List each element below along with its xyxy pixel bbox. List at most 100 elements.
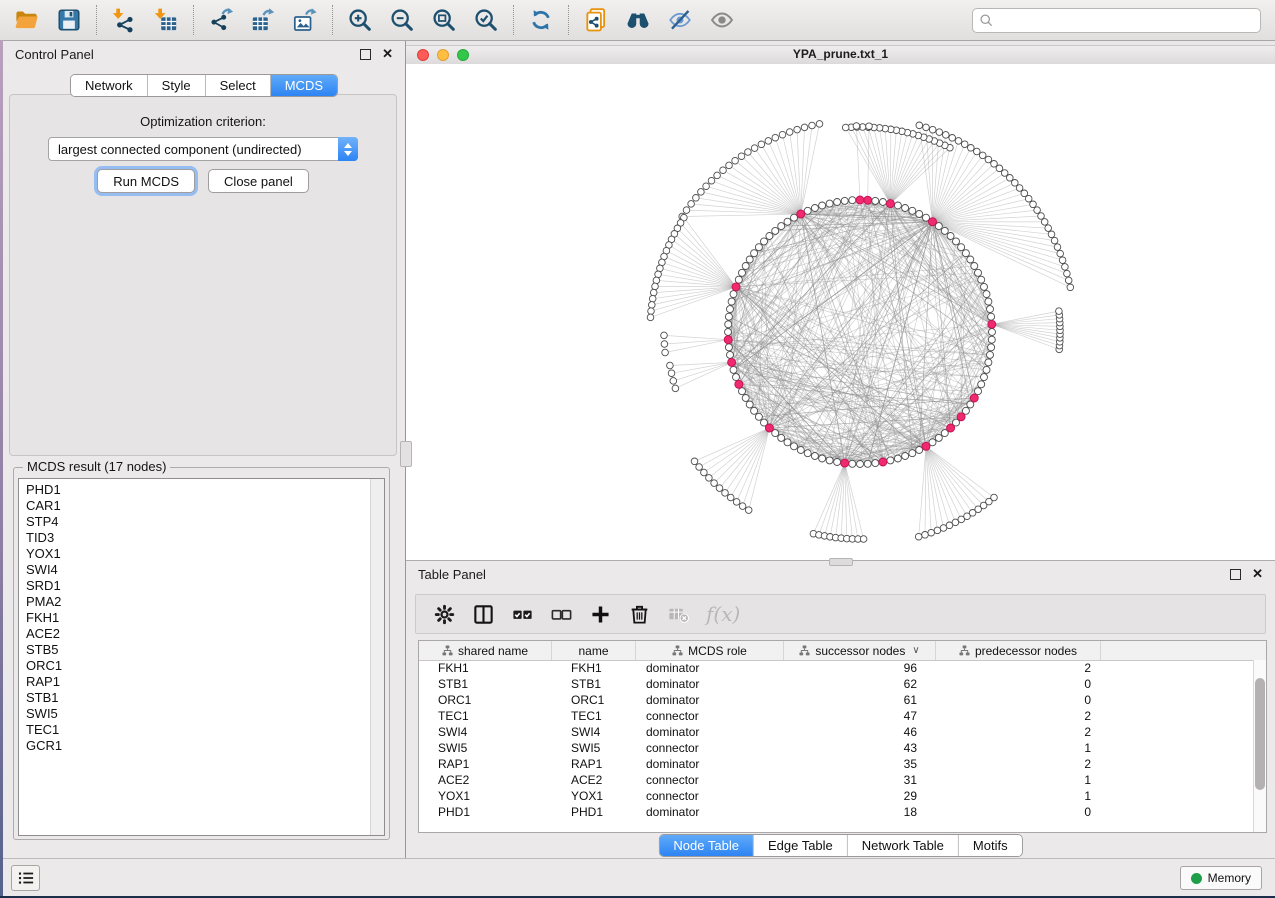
memory-button[interactable]: Memory [1180,866,1262,890]
network-leaf-node[interactable] [1041,219,1048,226]
network-leaf-node[interactable] [816,121,823,128]
export-network-icon[interactable] [208,7,234,33]
network-leaf-node[interactable] [648,308,655,315]
network-node[interactable] [983,366,990,373]
network-node[interactable] [733,374,740,381]
column-header-successor-nodes[interactable]: successor nodes∨ [784,641,936,660]
network-node[interactable] [916,211,923,218]
network-leaf-node[interactable] [662,349,669,356]
network-leaf-node[interactable] [751,145,758,152]
network-node[interactable] [953,238,960,245]
zoom-out-icon[interactable] [389,7,415,33]
network-leaf-node[interactable] [1048,231,1055,238]
network-leaf-node[interactable] [691,458,698,465]
mcds-result-item[interactable]: ORC1 [19,658,370,674]
network-leaf-node[interactable] [661,341,668,348]
network-leaf-node[interactable] [860,536,867,543]
network-node[interactable] [987,306,994,313]
column-header-predecessor-nodes[interactable]: predecessor nodes [936,641,1101,660]
search-box[interactable] [972,8,1261,33]
network-node[interactable] [784,218,791,225]
horizontal-splitter-grip[interactable] [829,558,853,566]
network-leaf-node[interactable] [809,122,816,129]
zoom-in-icon[interactable] [347,7,373,33]
network-node[interactable] [967,256,974,263]
network-node[interactable] [981,283,988,290]
network-hub-node[interactable] [735,380,743,388]
network-node[interactable] [826,200,833,207]
table-scrollbar[interactable] [1253,660,1266,832]
network-node[interactable] [746,256,753,263]
network-leaf-node[interactable] [733,499,740,506]
network-node[interactable] [811,205,818,212]
mcds-result-item[interactable]: STP4 [19,514,370,530]
network-hub-node[interactable] [856,196,864,204]
network-node[interactable] [804,450,811,457]
close-panel-icon[interactable]: ✕ [382,49,393,59]
network-hub-node[interactable] [922,442,930,450]
network-leaf-node[interactable] [1030,201,1037,208]
network-leaf-node[interactable] [943,132,950,139]
dropdown-stepper-icon[interactable] [338,137,358,161]
column-header-shared-name[interactable]: shared name [419,641,552,660]
network-node[interactable] [725,329,732,336]
network-node[interactable] [791,443,798,450]
network-leaf-node[interactable] [649,295,656,302]
network-leaf-node[interactable] [693,195,700,202]
network-node[interactable] [975,388,982,395]
network-node[interactable] [751,407,758,414]
mcds-result-item[interactable]: STB5 [19,642,370,658]
import-table-icon[interactable] [153,7,179,33]
network-node[interactable] [864,460,871,467]
network-leaf-node[interactable] [961,141,968,148]
tab-edge-table[interactable]: Edge Table [754,835,848,856]
network-leaf-node[interactable] [683,207,690,214]
table-row-ACE2[interactable]: ACE2ACE2connector311 [419,772,1254,788]
network-leaf-node[interactable] [991,161,998,168]
network-node[interactable] [849,460,856,467]
network-leaf-node[interactable] [1062,264,1069,271]
network-leaf-node[interactable] [853,123,860,130]
save-session-icon[interactable] [56,7,82,33]
network-node[interactable] [971,263,978,270]
network-hub-node[interactable] [988,320,996,328]
refresh-icon[interactable] [528,7,554,33]
network-leaf-node[interactable] [708,177,715,184]
network-leaf-node[interactable] [916,122,923,129]
float-table-panel-icon[interactable] [1230,569,1241,580]
mcds-result-item[interactable]: SRD1 [19,578,370,594]
network-leaf-node[interactable] [915,533,922,540]
network-node[interactable] [947,233,954,240]
network-hub-node[interactable] [957,413,965,421]
network-node[interactable] [735,276,742,283]
network-leaf-node[interactable] [765,138,772,145]
network-node[interactable] [962,250,969,257]
network-graph[interactable] [406,64,1275,560]
network-node[interactable] [739,269,746,276]
mcds-result-item[interactable]: SWI5 [19,706,370,722]
table-row-TEC1[interactable]: TEC1TEC1connector472 [419,708,1254,724]
network-node[interactable] [941,227,948,234]
network-hub-node[interactable] [864,196,872,204]
table-row-STB1[interactable]: STB1STB1dominator620 [419,676,1254,692]
mcds-result-item[interactable]: SWI4 [19,562,370,578]
network-leaf-node[interactable] [1021,190,1028,197]
network-node[interactable] [739,388,746,395]
network-node[interactable] [902,205,909,212]
network-leaf-node[interactable] [955,138,962,145]
network-leaf-node[interactable] [649,302,656,309]
network-node[interactable] [725,313,732,320]
network-node[interactable] [730,366,737,373]
network-leaf-node[interactable] [1064,270,1071,277]
network-node[interactable] [894,455,901,462]
network-node[interactable] [872,197,879,204]
network-node[interactable] [988,313,995,320]
network-node[interactable] [755,244,762,251]
mcds-list-scrollbar[interactable] [370,479,384,835]
network-hub-node[interactable] [947,424,955,432]
network-node[interactable] [857,461,864,468]
network-node[interactable] [728,298,735,305]
network-node[interactable] [834,199,841,206]
run-mcds-button[interactable]: Run MCDS [97,169,195,193]
network-hub-node[interactable] [879,458,887,466]
